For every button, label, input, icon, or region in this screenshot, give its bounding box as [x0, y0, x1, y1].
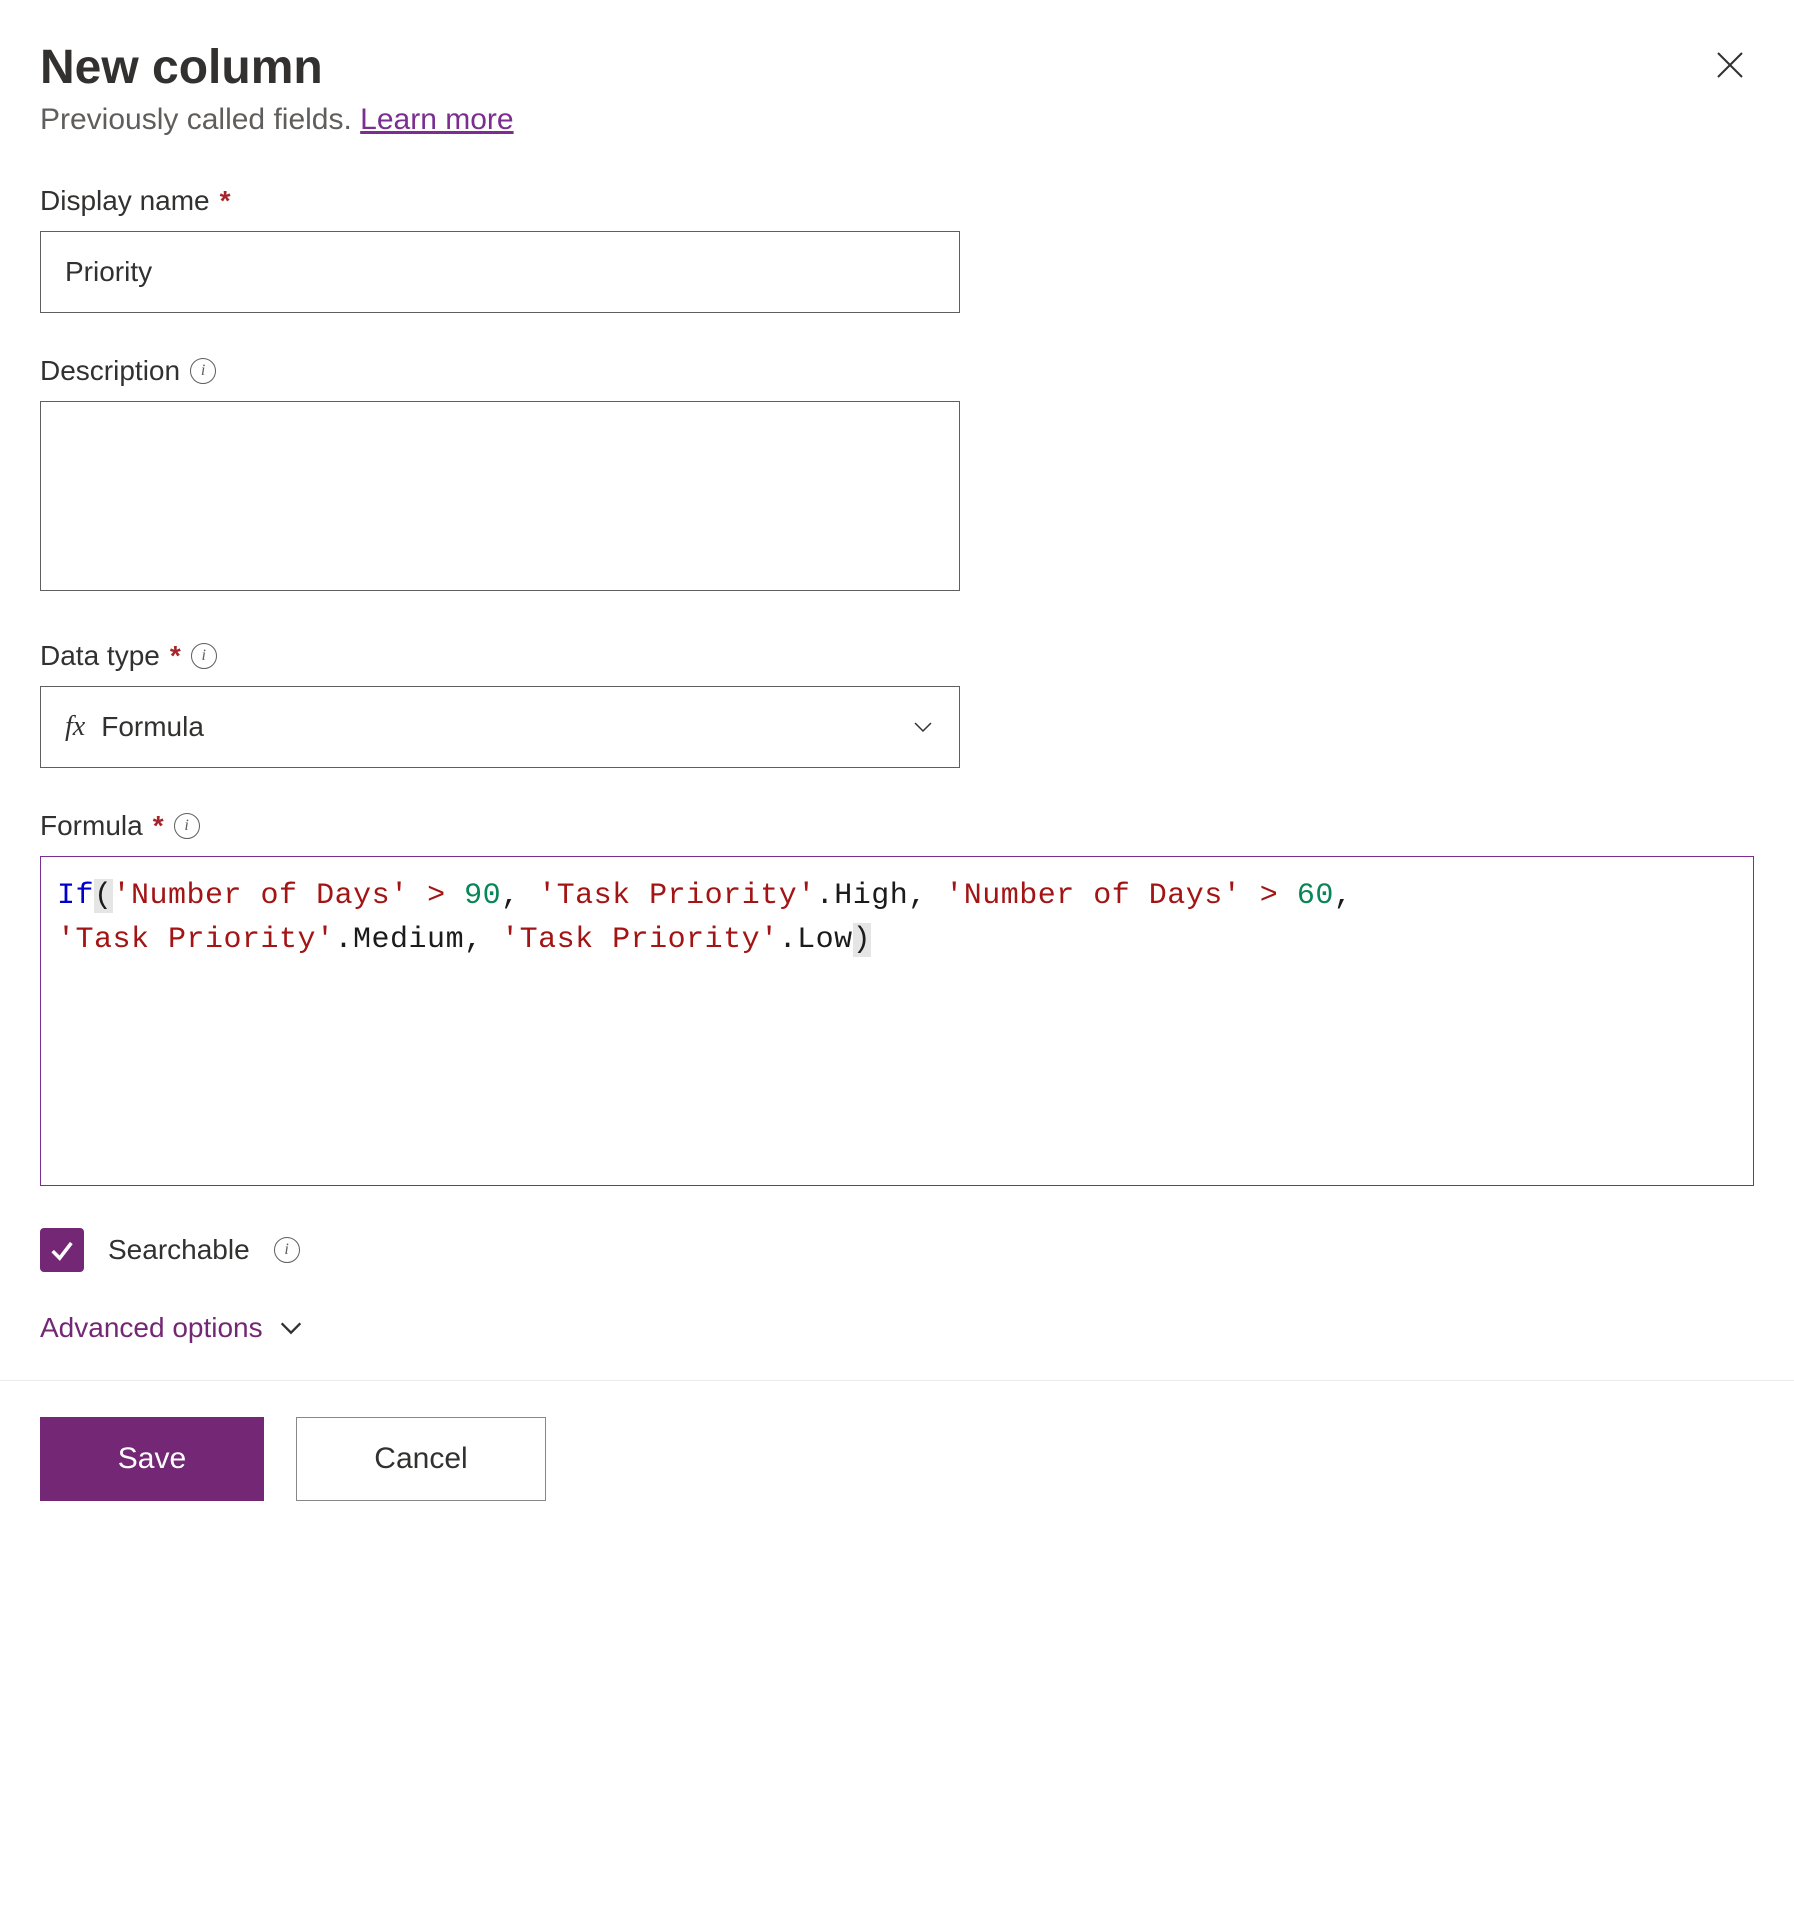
required-indicator: *	[220, 185, 231, 217]
info-icon[interactable]: i	[274, 1237, 300, 1263]
advanced-options-toggle[interactable]: Advanced options	[40, 1312, 1754, 1344]
panel-title: New column	[40, 40, 514, 95]
formula-token: 'Task Priority'	[57, 923, 335, 957]
formula-label: Formula * i	[40, 810, 1754, 842]
learn-more-link[interactable]: Learn more	[360, 103, 513, 136]
formula-editor[interactable]: If('Number of Days' > 90, 'Task Priority…	[40, 856, 1754, 1186]
formula-token: .High,	[816, 879, 946, 913]
formula-token: >	[1260, 879, 1279, 913]
formula-token: 'Number of Days'	[113, 879, 409, 913]
formula-token: ,	[501, 879, 538, 913]
formula-label-text: Formula	[40, 810, 143, 842]
formula-token: .Medium,	[335, 923, 502, 957]
chevron-down-icon	[911, 715, 935, 739]
searchable-label: Searchable	[108, 1234, 250, 1266]
formula-token: 60	[1297, 879, 1334, 913]
advanced-options-label: Advanced options	[40, 1312, 263, 1344]
data-type-value: Formula	[101, 711, 895, 743]
info-icon[interactable]: i	[191, 643, 217, 669]
formula-token	[1241, 879, 1260, 913]
cancel-button[interactable]: Cancel	[296, 1417, 546, 1501]
description-label-text: Description	[40, 355, 180, 387]
chevron-down-icon	[277, 1314, 305, 1342]
formula-token: 'Number of Days'	[945, 879, 1241, 913]
display-name-label: Display name *	[40, 185, 1754, 217]
info-icon[interactable]: i	[174, 813, 200, 839]
display-name-label-text: Display name	[40, 185, 210, 217]
formula-token: )	[853, 923, 872, 957]
divider	[0, 1380, 1794, 1381]
description-input[interactable]	[40, 401, 960, 591]
save-button[interactable]: Save	[40, 1417, 264, 1501]
data-type-label-text: Data type	[40, 640, 160, 672]
panel-subtitle: Previously called fields. Learn more	[40, 103, 514, 137]
formula-token: 90	[464, 879, 501, 913]
description-label: Description i	[40, 355, 1754, 387]
searchable-checkbox[interactable]	[40, 1228, 84, 1272]
subtitle-text: Previously called fields.	[40, 103, 360, 136]
formula-token	[446, 879, 465, 913]
info-icon[interactable]: i	[190, 358, 216, 384]
required-indicator: *	[170, 640, 181, 672]
formula-fx-icon: fx	[65, 711, 85, 743]
formula-token: >	[427, 879, 446, 913]
data-type-label: Data type * i	[40, 640, 1754, 672]
display-name-input[interactable]	[40, 231, 960, 313]
formula-token: 'Task Priority'	[501, 923, 779, 957]
formula-token	[1278, 879, 1297, 913]
formula-token	[409, 879, 428, 913]
formula-token: (	[94, 879, 113, 913]
checkmark-icon	[48, 1236, 76, 1264]
data-type-select[interactable]: fx Formula	[40, 686, 960, 768]
required-indicator: *	[153, 810, 164, 842]
formula-token: .Low	[779, 923, 853, 957]
close-icon	[1714, 46, 1746, 90]
formula-token: 'Task Priority'	[538, 879, 816, 913]
formula-token: ,	[1334, 879, 1353, 913]
formula-token: If	[57, 879, 94, 913]
close-button[interactable]	[1706, 40, 1754, 96]
